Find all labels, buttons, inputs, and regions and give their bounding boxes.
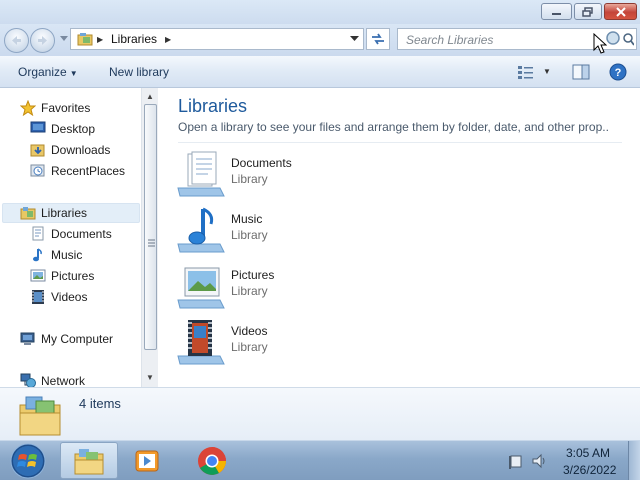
nav-item-label: Music <box>51 248 83 262</box>
nav-libraries-label: Libraries <box>41 206 88 220</box>
desktop-icon <box>30 121 46 133</box>
pictures-library-icon <box>177 267 225 309</box>
address-dropdown-icon[interactable] <box>350 36 359 42</box>
documents-icon <box>32 226 44 241</box>
change-view-icon[interactable] <box>516 64 536 80</box>
library-item-music[interactable]: Music Library <box>176 206 376 258</box>
library-name: Videos <box>231 324 268 338</box>
library-name: Pictures <box>231 268 275 282</box>
close-button[interactable] <box>604 3 637 20</box>
back-button[interactable] <box>4 28 29 53</box>
restore-button[interactable] <box>574 3 602 20</box>
computer-icon <box>20 332 35 345</box>
start-button-windows-logo-icon[interactable] <box>5 443 51 479</box>
scroll-grip-icon <box>148 239 155 247</box>
nav-scrollbar[interactable]: ▲ ▼ <box>141 88 158 387</box>
star-icon <box>20 100 36 116</box>
address-bar[interactable]: ▶ Libraries ▶ <box>70 28 364 50</box>
taskbar: 3:05 AM 3/26/2022 <box>0 440 640 480</box>
clock-time[interactable]: 3:05 AM <box>566 446 610 460</box>
window-titlebar[interactable] <box>0 0 640 24</box>
library-type: Library <box>231 284 268 298</box>
page-title: Libraries <box>178 96 248 116</box>
music-icon <box>33 248 42 262</box>
library-item-pictures[interactable]: Pictures Library <box>176 262 376 314</box>
downloads-folder-icon <box>30 144 45 157</box>
address-row: ▶ Libraries ▶ Search Libraries <box>0 24 640 56</box>
nav-item-label: Downloads <box>51 143 111 157</box>
nav-favorites-label: Favorites <box>41 101 91 115</box>
restore-icon <box>582 6 593 17</box>
command-bar: Organize ▼ New library ▼ ? <box>0 56 640 88</box>
volume-icon[interactable] <box>531 453 549 469</box>
taskbar-chrome-button[interactable] <box>183 442 241 479</box>
new-library-button[interactable]: New library <box>109 65 169 79</box>
library-type: Library <box>231 172 268 186</box>
search-input[interactable]: Search Libraries <box>406 33 493 47</box>
clock-date[interactable]: 3/26/2022 <box>563 463 616 477</box>
videos-icon <box>32 290 44 304</box>
close-icon <box>615 6 626 17</box>
refresh-button[interactable] <box>366 28 390 50</box>
show-desktop-button[interactable] <box>628 441 640 480</box>
libraries-folder-icon <box>77 33 93 46</box>
music-library-icon <box>177 207 225 253</box>
nav-item-label: Documents <box>51 227 112 241</box>
documents-library-icon <box>177 151 225 197</box>
refresh-icon <box>372 33 384 45</box>
chrome-icon <box>198 446 226 475</box>
libraries-large-icon <box>19 396 61 436</box>
nav-item-label: Videos <box>51 290 88 304</box>
view-options-dropdown-icon[interactable]: ▼ <box>543 67 551 76</box>
navigation-pane[interactable]: Favorites Desktop Downloads RecentPlaces… <box>0 88 158 388</box>
media-player-icon <box>135 450 159 471</box>
minimize-button[interactable] <box>541 3 572 20</box>
divider <box>178 142 622 143</box>
page-description: Open a library to see your files and arr… <box>178 120 608 134</box>
videos-library-icon <box>177 320 225 365</box>
explorer-folder-icon <box>74 448 104 474</box>
scroll-down-icon[interactable]: ▼ <box>146 373 154 382</box>
preview-pane-icon[interactable] <box>572 64 590 80</box>
action-center-flag-icon[interactable] <box>508 454 524 470</box>
nav-item-label: Desktop <box>51 122 96 136</box>
library-item-videos[interactable]: Videos Library <box>176 318 376 370</box>
recent-pages-dropdown-icon[interactable] <box>60 36 68 42</box>
library-type: Library <box>231 228 268 242</box>
nav-network-label: Network <box>41 374 86 388</box>
pictures-icon <box>30 269 46 282</box>
mouse-cursor-icon <box>593 33 607 54</box>
library-item-documents[interactable]: Documents Library <box>176 150 376 202</box>
item-count: 4 items <box>79 396 121 411</box>
taskbar-media-player-button[interactable] <box>118 442 176 479</box>
library-type: Library <box>231 340 268 354</box>
nav-my-computer-label: My Computer <box>41 332 114 346</box>
forward-arrow-icon <box>38 36 47 45</box>
library-name: Music <box>231 212 263 226</box>
details-pane: 4 items <box>0 387 640 440</box>
taskbar-explorer-button[interactable] <box>60 442 118 479</box>
organize-label: Organize <box>18 65 67 79</box>
scroll-up-icon[interactable]: ▲ <box>146 92 154 101</box>
libraries-icon <box>20 207 36 220</box>
nav-item-label: Pictures <box>51 269 95 283</box>
back-arrow-icon <box>12 36 21 45</box>
content-pane[interactable]: Libraries Open a library to see your fil… <box>158 88 640 387</box>
help-icon[interactable]: ? <box>609 63 627 81</box>
forward-button[interactable] <box>30 28 55 53</box>
library-name: Documents <box>231 156 292 170</box>
recent-places-icon <box>30 164 45 177</box>
nav-item-label: RecentPlaces <box>51 164 126 178</box>
scroll-thumb[interactable] <box>144 104 157 350</box>
minimize-icon <box>551 12 561 15</box>
svg-text:?: ? <box>615 67 622 79</box>
breadcrumb-separator-icon[interactable]: ▶ <box>165 35 171 44</box>
chevron-down-icon: ▼ <box>69 69 78 78</box>
breadcrumb-separator-icon[interactable]: ▶ <box>97 35 103 44</box>
organize-button[interactable]: Organize ▼ <box>18 65 78 79</box>
breadcrumb-libraries[interactable]: Libraries <box>111 32 157 46</box>
